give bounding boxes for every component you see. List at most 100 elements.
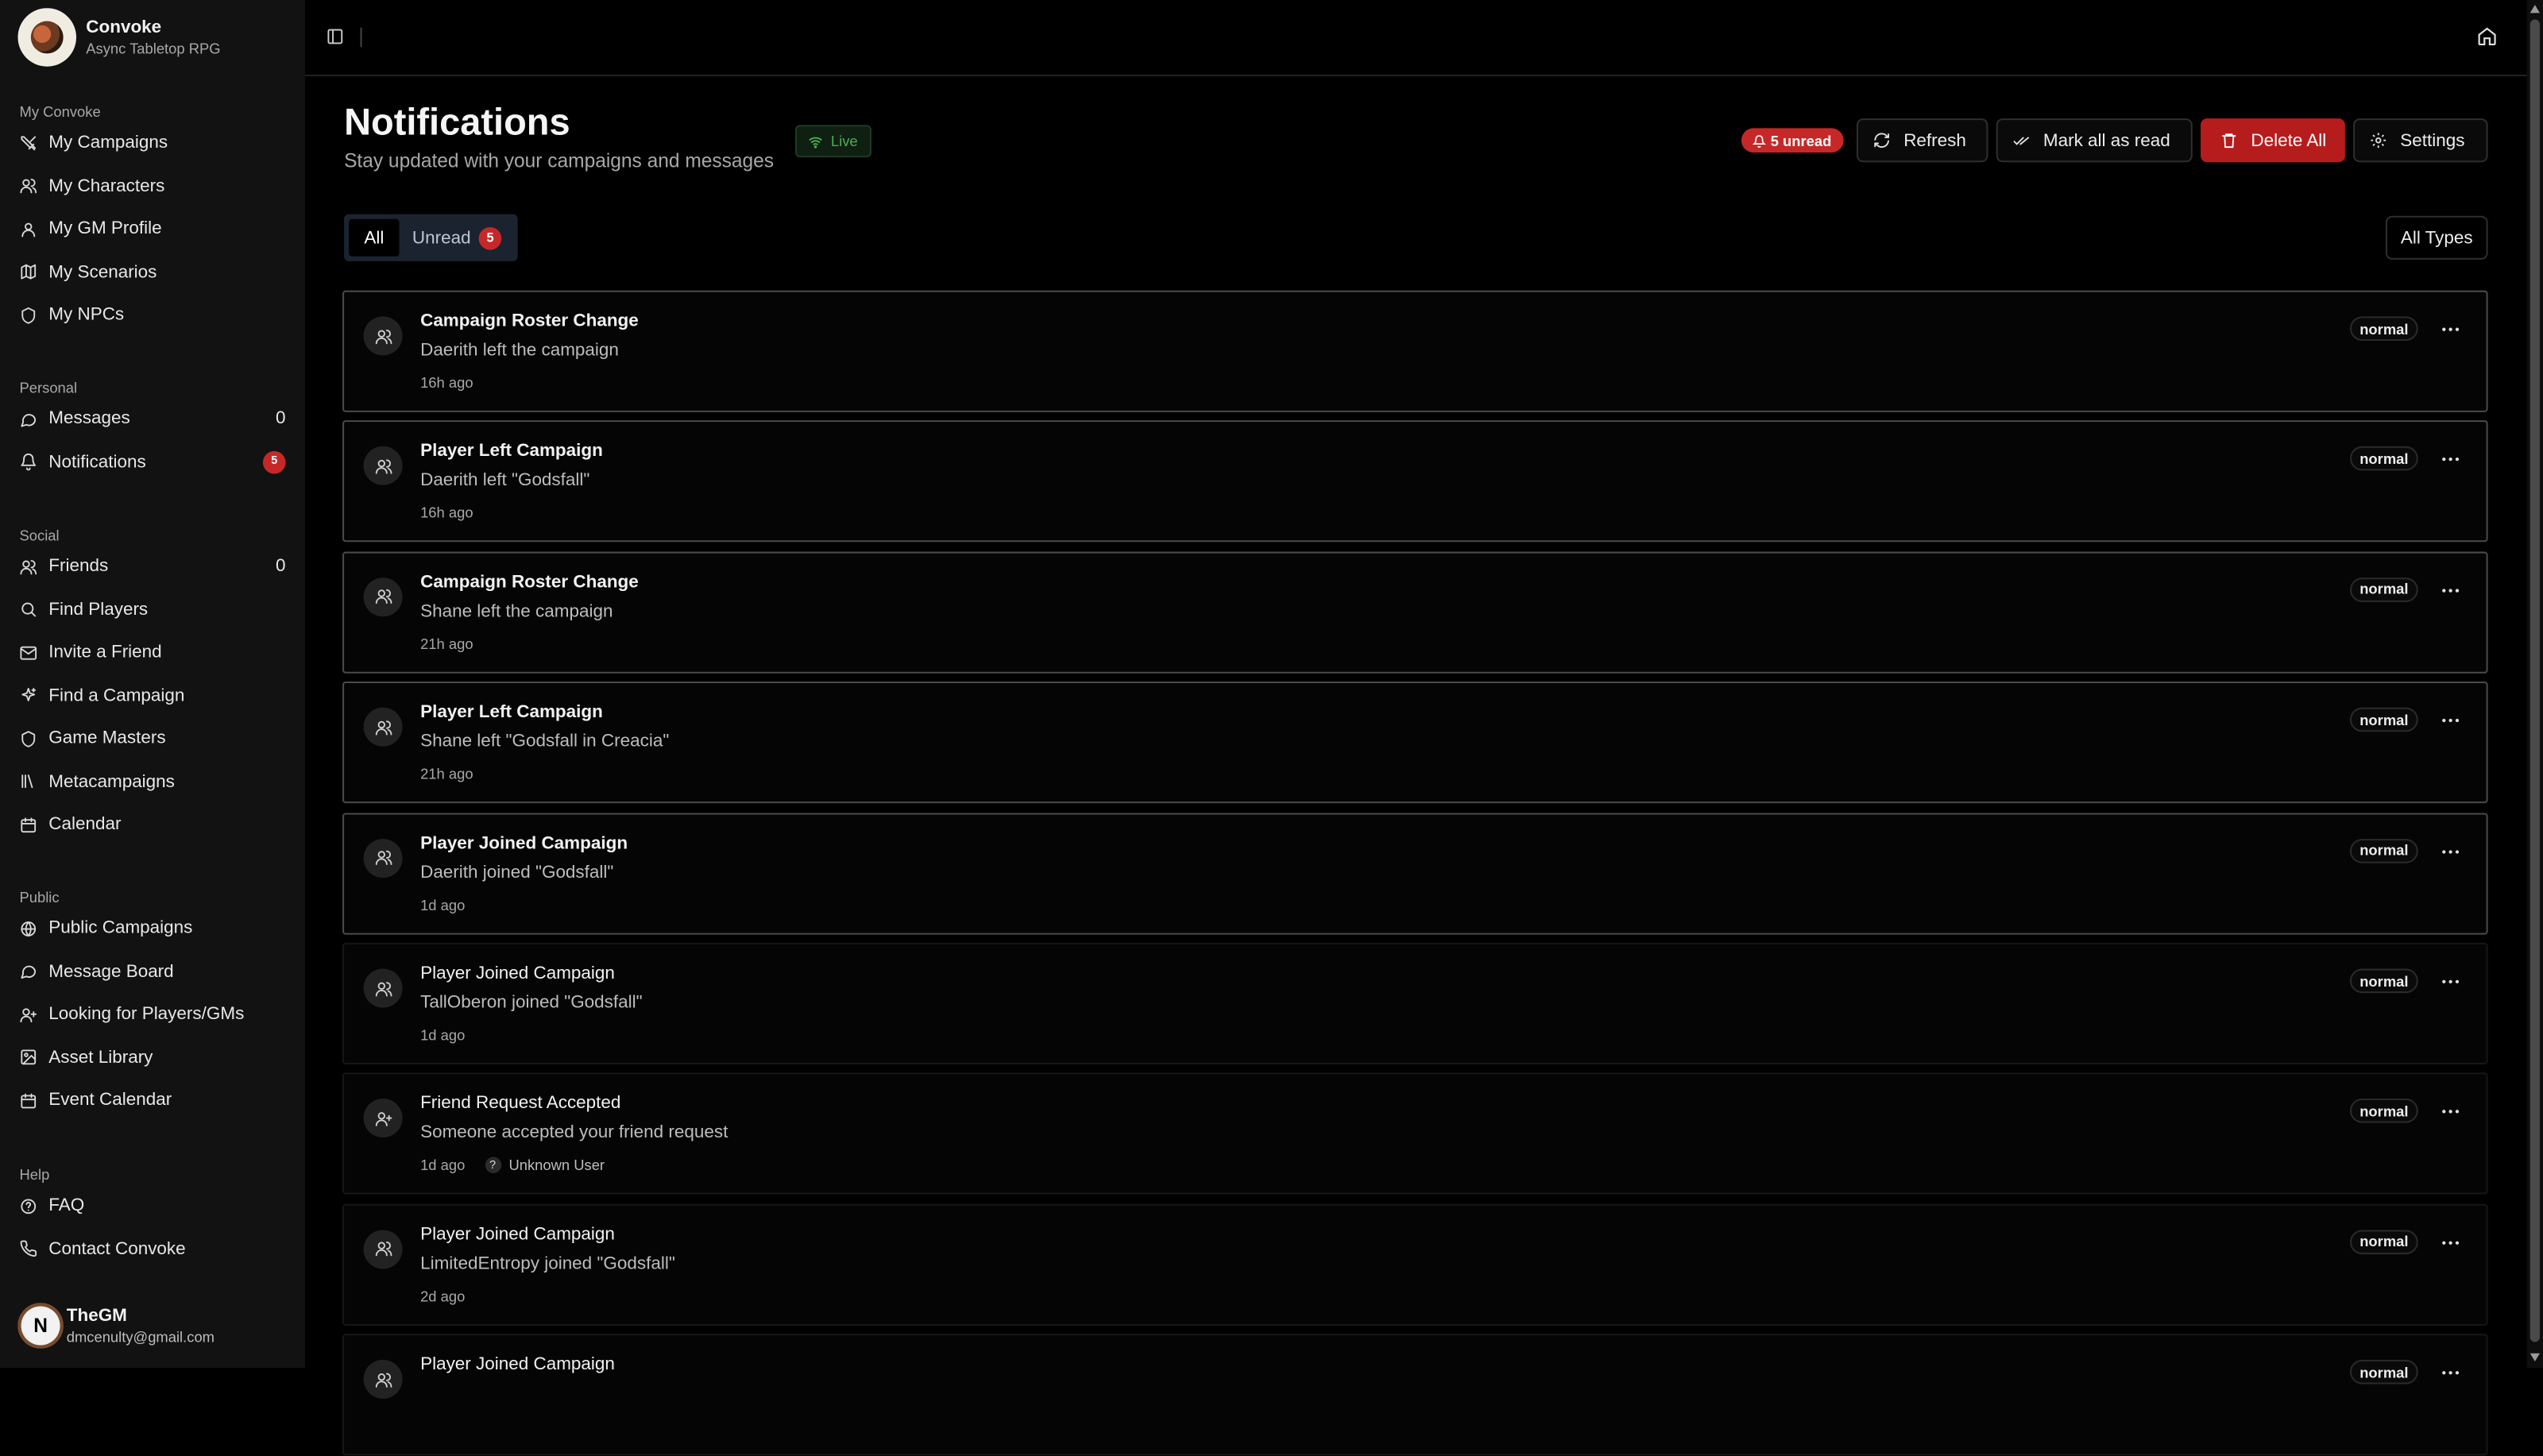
more-options-button[interactable]: [2436, 1099, 2465, 1126]
sidebar-item-faq[interactable]: FAQ: [20, 1189, 286, 1222]
notification-type-badge: [363, 577, 403, 616]
sidebar-item-my-campaigns[interactable]: My Campaigns: [20, 126, 286, 159]
user-profile[interactable]: N TheGM dmcenulty@gmail.com: [17, 1303, 214, 1349]
trash-icon: [2222, 133, 2236, 149]
notification-card[interactable]: Player Left Campaign Shane left "Godsfall…: [342, 682, 2488, 804]
notification-time: 2d ago: [420, 1288, 466, 1304]
more-horizontal-icon: [2442, 719, 2460, 723]
sidebar-item-my-npcs[interactable]: My NPCs: [20, 299, 286, 331]
sidebar-item-my-scenarios[interactable]: My Scenarios: [20, 256, 286, 288]
sidebar-item-game-masters[interactable]: Game Masters: [20, 722, 286, 755]
users-icon: [374, 589, 392, 604]
sidebar-item-count: 0: [276, 556, 286, 577]
settings-button[interactable]: Settings: [2353, 118, 2488, 163]
sidebar-item-my-gm-profile[interactable]: My GM Profile: [20, 213, 286, 245]
sidebar-toggle-icon[interactable]: [327, 28, 344, 45]
more-options-button[interactable]: [2436, 1360, 2465, 1386]
notification-title: Player Joined Campaign: [420, 1224, 615, 1245]
sidebar-item-public-campaigns[interactable]: Public Campaigns: [20, 912, 286, 944]
notification-card[interactable]: Campaign Roster Change Shane left the cam…: [342, 551, 2488, 674]
tab-all[interactable]: All: [349, 218, 400, 257]
more-options-button[interactable]: [2436, 1230, 2465, 1256]
scroll-up-arrow[interactable]: [2529, 5, 2540, 14]
sidebar-item-label: My Campaigns: [48, 133, 168, 153]
sidebar-item-label: Event Calendar: [48, 1090, 172, 1110]
more-options-button[interactable]: [2436, 577, 2465, 604]
scroll-thumb[interactable]: [2529, 19, 2540, 1342]
notification-type-badge: [363, 1099, 403, 1138]
delete-all-button[interactable]: Delete All: [2201, 118, 2345, 163]
calendar-icon: [21, 817, 37, 832]
sidebar-item-friends[interactable]: Friends 0: [20, 550, 286, 583]
notification-title: Player Joined Campaign: [420, 964, 615, 983]
more-options-button[interactable]: [2436, 708, 2465, 734]
more-options-button[interactable]: [2436, 447, 2465, 473]
priority-badge: normal: [2349, 316, 2418, 341]
sidebar-item-label: Message Board: [48, 961, 174, 981]
more-horizontal-icon: [2442, 979, 2460, 984]
sidebar-item-calendar[interactable]: Calendar: [20, 808, 286, 840]
more-options-button[interactable]: [2436, 969, 2465, 995]
notification-card[interactable]: Friend Request Accepted Someone accepted …: [342, 1073, 2488, 1195]
mark-all-read-button[interactable]: Mark all as read: [1996, 118, 2193, 163]
sidebar-item-metacampaigns[interactable]: Metacampaigns: [20, 765, 286, 798]
live-label: Live: [830, 133, 858, 149]
priority-badge: normal: [2349, 1230, 2418, 1254]
notification-card[interactable]: Player Joined Campaign normal: [342, 1334, 2488, 1456]
sidebar-item-asset-library[interactable]: Asset Library: [20, 1041, 286, 1073]
notification-meta: 1d ago: [420, 1027, 465, 1043]
priority-badge: normal: [2349, 968, 2418, 994]
notification-message: Daerith left "Godsfall": [420, 471, 590, 491]
scroll-down-arrow[interactable]: [2529, 1353, 2540, 1361]
phone-icon: [20, 1240, 37, 1257]
priority-badge: normal: [2349, 577, 2418, 602]
sidebar-item-event-calendar[interactable]: Event Calendar: [20, 1084, 286, 1117]
notification-card[interactable]: Campaign Roster Change Daerith left the c…: [342, 290, 2488, 412]
sidebar-item-looking-for-players-gms[interactable]: Looking for Players/GMs: [20, 998, 286, 1030]
sidebar-item-notifications[interactable]: Notifications 5: [20, 446, 286, 478]
notification-type-badge: [363, 838, 403, 878]
more-options-button[interactable]: [2436, 316, 2465, 342]
notification-type-badge: [363, 316, 403, 356]
notification-actor[interactable]: ? Unknown User: [484, 1157, 605, 1174]
notification-card[interactable]: Player Joined Campaign Daerith joined "Go…: [342, 812, 2488, 934]
mail-icon: [20, 645, 37, 659]
swords-icon: [21, 135, 37, 150]
refresh-button[interactable]: Refresh: [1856, 118, 1988, 163]
type-filter-select[interactable]: All Types: [2385, 215, 2488, 260]
brand[interactable]: Convoke Async Tabletop RPG: [17, 8, 221, 67]
notification-card[interactable]: Player Left Campaign Daerith left "Godsfa…: [342, 420, 2488, 543]
message-icon: [21, 965, 37, 979]
sidebar-item-contact-convoke[interactable]: Contact Convoke: [20, 1233, 286, 1265]
calendar-icon: [21, 1092, 37, 1108]
tab-unread[interactable]: Unread 5: [412, 226, 502, 249]
bell-icon: [21, 453, 37, 471]
sidebar-item-invite-a-friend[interactable]: Invite a Friend: [20, 636, 286, 669]
sidebar-item-label: FAQ: [48, 1195, 85, 1216]
unread-count-badge: 5 unread: [1741, 128, 1843, 153]
section-label: Social: [19, 527, 60, 544]
notification-message: Daerith joined "Godsfall": [420, 862, 614, 882]
sidebar-item-messages[interactable]: Messages 0: [20, 403, 286, 435]
more-horizontal-icon: [2442, 589, 2460, 593]
users-icon: [374, 459, 392, 474]
sidebar-item-find-a-campaign[interactable]: Find a Campaign: [20, 679, 286, 712]
notification-meta: 1d ago: [420, 897, 465, 913]
refresh-icon: [1874, 133, 1889, 149]
home-icon[interactable]: [2476, 26, 2498, 48]
notification-card[interactable]: Player Joined Campaign TallOberon joined …: [342, 942, 2488, 1065]
sidebar-item-message-board[interactable]: Message Board: [20, 955, 286, 987]
more-options-button[interactable]: [2436, 838, 2465, 864]
notification-card[interactable]: Player Joined Campaign LimitedEntropy joi…: [342, 1203, 2488, 1326]
scrollbar[interactable]: [2526, 0, 2543, 1369]
convoke-logo: [17, 8, 77, 67]
avatar: N: [17, 1303, 64, 1349]
users-icon: [374, 328, 392, 344]
sidebar-item-find-players[interactable]: Find Players: [20, 593, 286, 626]
users-icon: [374, 1242, 392, 1257]
sidebar-item-my-characters[interactable]: My Characters: [20, 169, 286, 202]
notification-time: 16h ago: [420, 505, 473, 522]
priority-badge: normal: [2349, 708, 2418, 732]
notification-time: 1d ago: [420, 1157, 466, 1174]
map-icon: [21, 264, 37, 280]
